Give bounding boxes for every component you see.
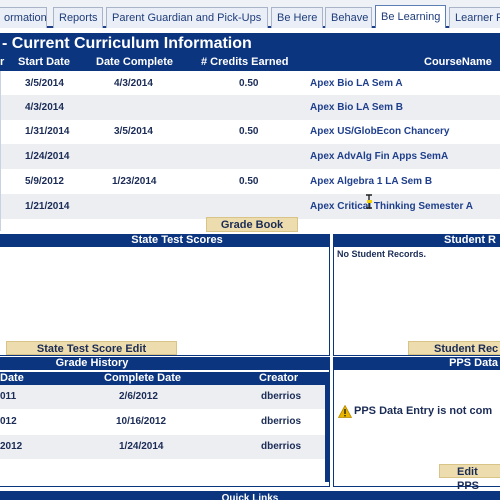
pps-warning-text: PPS Data Entry is not com [354, 405, 493, 417]
cell-course-name[interactable]: Apex Bio LA Sem A [310, 78, 403, 89]
tab-information[interactable]: ormation [0, 7, 47, 28]
curriculum-table: 3/5/2014 4/3/2014 0.50 Apex Bio LA Sem A… [0, 71, 500, 231]
gh-cell-date: 011 [0, 391, 17, 402]
cell-start-date: 4/3/2014 [25, 102, 64, 113]
cell-date-complete: 4/3/2014 [114, 78, 153, 89]
gh-cell-complete-date: 10/16/2012 [116, 416, 167, 427]
tab-parent-guardian[interactable]: Parent Guardian and Pick-Ups [106, 7, 268, 28]
col-header-course-name: CourseName [424, 56, 492, 68]
gh-cell-creator: dberrios [261, 391, 302, 402]
student-records-panel [333, 246, 500, 356]
table-row: 2012 1/24/2014 dberrios [0, 435, 325, 459]
cell-start-date: 5/9/2012 [25, 176, 64, 187]
table-row: 011 2/6/2012 dberrios [0, 385, 325, 409]
col-header-date-complete: Date Complete [96, 56, 174, 68]
cell-date-complete: 3/5/2014 [114, 126, 153, 137]
table-row: 1/21/2014 Apex Critical Thinking Semeste… [1, 194, 500, 219]
col-header-start-date: Start Date [18, 56, 70, 68]
grade-book-button[interactable]: Grade Book [206, 217, 298, 232]
edit-pps-button[interactable]: Edit PPS [439, 464, 500, 492]
tab-reports[interactable]: Reports [53, 7, 103, 28]
col-header-prev: r [0, 56, 5, 68]
cell-start-date: 3/5/2014 [25, 78, 64, 89]
cell-start-date: 1/24/2014 [25, 151, 70, 162]
table-row: 4/3/2014 Apex Bio LA Sem B [1, 95, 500, 120]
cell-course-name[interactable]: Apex US/GlobEcon Chancery [310, 126, 449, 137]
cell-credits: 0.50 [239, 176, 259, 187]
cell-credits: 0.50 [239, 126, 259, 137]
no-student-records-text: No Student Records. [337, 249, 427, 259]
gh-col-date: Date [0, 372, 24, 384]
gh-cell-date: 2012 [0, 441, 23, 452]
table-row: 1/31/2014 3/5/2014 0.50 Apex US/GlobEcon… [1, 119, 500, 144]
cursor-icon [366, 194, 372, 209]
table-row: 012 10/16/2012 dberrios [0, 410, 325, 434]
gh-cell-complete-date: 2/6/2012 [119, 391, 158, 402]
col-header-credits: # Credits Earned [201, 56, 289, 68]
gh-col-creator: Creator [259, 372, 299, 384]
cell-start-date: 1/31/2014 [25, 126, 70, 137]
table-row: 1/24/2014 Apex AdvAlg Fin Apps SemA [1, 144, 500, 169]
grade-history-header-row: Date Complete Date Creator [0, 372, 325, 385]
tab-bar: ormation Reports Parent Guardian and Pic… [0, 0, 500, 28]
cell-course-name[interactable]: Apex AdvAlg Fin Apps SemA [310, 151, 448, 162]
grade-history-scrollbar[interactable] [325, 372, 329, 482]
curriculum-title: - Current Curriculum Information [0, 33, 500, 55]
tab-behave[interactable]: Behave [325, 7, 372, 28]
quick-links-bar[interactable]: Quick Links [0, 491, 500, 500]
cell-course-name[interactable]: Apex Critical Thinking Semester A [310, 201, 473, 212]
gh-cell-complete-date: 1/24/2014 [119, 441, 164, 452]
cell-date-complete: 1/23/2014 [112, 176, 157, 187]
cell-course-name[interactable]: Apex Algebra 1 LA Sem B [310, 176, 432, 187]
cell-start-date: 1/21/2014 [25, 201, 70, 212]
warning-icon [338, 405, 352, 418]
cell-credits: 0.50 [239, 78, 259, 89]
tab-be-learning[interactable]: Be Learning [375, 5, 446, 28]
gh-cell-date: 012 [0, 416, 17, 427]
state-test-panel [0, 246, 330, 356]
gh-cell-creator: dberrios [261, 416, 302, 427]
gh-cell-creator: dberrios [261, 441, 302, 452]
tab-learner-profile[interactable]: Learner P [449, 7, 500, 28]
cell-course-name[interactable]: Apex Bio LA Sem B [310, 102, 403, 113]
table-row: 5/9/2012 1/23/2014 0.50 Apex Algebra 1 L… [1, 169, 500, 194]
table-row: 3/5/2014 4/3/2014 0.50 Apex Bio LA Sem A [1, 71, 500, 96]
student-records-button[interactable]: Student Rec [408, 341, 500, 355]
curriculum-header-row: r Start Date Date Complete # Credits Ear… [0, 55, 500, 71]
gh-col-complete-date: Complete Date [104, 372, 182, 384]
state-test-score-edit-button[interactable]: State Test Score Edit [6, 341, 177, 355]
tab-be-here[interactable]: Be Here [271, 7, 323, 28]
